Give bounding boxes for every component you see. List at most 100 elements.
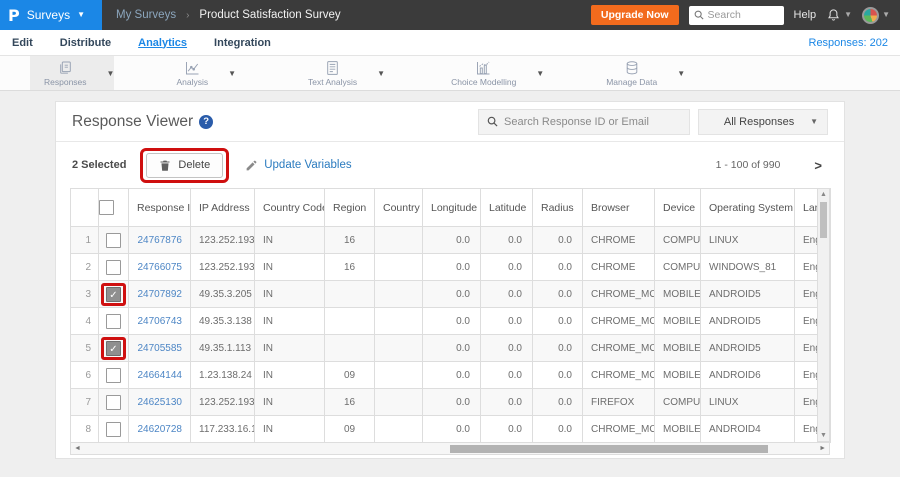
response-id-link[interactable]: 24620728 — [138, 424, 183, 435]
os-cell: ANDROID5 — [700, 307, 795, 335]
ip-address-cell: 49.35.1.113 — [190, 334, 255, 362]
col-longitude[interactable]: Longitude — [422, 188, 481, 227]
table-row: 724625130123.252.193.148IN160.00.00.0FIR… — [70, 388, 831, 416]
country-cell — [374, 307, 423, 335]
row-checkbox[interactable] — [106, 367, 121, 383]
response-search[interactable] — [478, 108, 690, 135]
help-icon[interactable]: ? — [199, 114, 214, 129]
col-latitude[interactable]: Latitude — [480, 188, 533, 227]
response-id-link[interactable]: 24664144 — [138, 370, 183, 381]
toolbar-analysis[interactable]: Analysis ▼ — [162, 56, 236, 90]
row-checkbox[interactable] — [106, 421, 121, 437]
pencil-icon — [246, 160, 257, 170]
global-search[interactable] — [688, 5, 784, 25]
region-cell — [324, 334, 375, 362]
upgrade-now-button[interactable]: Upgrade Now — [590, 5, 679, 25]
account-menu[interactable]: ▼ — [862, 6, 890, 24]
row-number: 3 — [70, 280, 99, 308]
responses-count-badge[interactable]: Responses: 202 — [809, 37, 889, 49]
surveys-menu[interactable]: P Surveys ▼ — [0, 0, 102, 30]
table-row: 824620728117.233.16.177IN090.00.00.0CHRO… — [70, 415, 831, 443]
tab-distribute[interactable]: Distribute — [60, 37, 111, 49]
selected-count: 2 Selected — [72, 159, 127, 171]
breadcrumb: My Surveys › Product Satisfaction Survey — [116, 9, 341, 21]
scroll-up-icon[interactable]: ▲ — [818, 191, 829, 198]
browser-cell: CHROME_MOBILE — [582, 334, 655, 362]
radius-cell: 0.0 — [532, 334, 583, 362]
latitude-cell: 0.0 — [480, 280, 533, 308]
page-title: Response Viewer — [72, 112, 194, 130]
select-all-checkbox[interactable] — [99, 200, 114, 215]
response-id-link[interactable]: 24706743 — [138, 316, 183, 327]
responses-icon — [57, 60, 74, 76]
response-search-input[interactable] — [504, 115, 674, 128]
notifications-menu[interactable]: ▼ — [826, 8, 852, 23]
col-device[interactable]: Device — [654, 188, 701, 227]
scroll-left-icon[interactable]: ◄ — [74, 443, 81, 454]
browser-cell: FIREFOX — [582, 388, 655, 416]
global-search-input[interactable] — [707, 9, 778, 21]
chevron-down-icon: ▼ — [536, 68, 545, 78]
col-country[interactable]: Country — [374, 188, 423, 227]
country-cell — [374, 334, 423, 362]
scroll-right-icon[interactable]: ► — [819, 443, 826, 454]
col-radius[interactable]: Radius — [532, 188, 583, 227]
toolbar-responses[interactable]: Responses ▼ — [30, 56, 115, 90]
help-link[interactable]: Help — [794, 9, 817, 21]
horizontal-scrollbar[interactable]: ◄ ► — [70, 443, 830, 455]
toolbar-choice-modelling[interactable]: Choice Modelling ▼ — [437, 56, 544, 90]
response-id-link[interactable]: 24767876 — [138, 235, 183, 246]
row-checkbox[interactable]: ✓ — [106, 340, 121, 356]
annotation-highlight-checkbox: ✓ — [101, 282, 126, 306]
response-viewer-card: Response Viewer ? All Responses ▼ 2 Sele… — [55, 101, 845, 459]
radius-cell: 0.0 — [532, 307, 583, 335]
ip-address-cell: 1.23.138.24 — [190, 361, 255, 389]
toolbar-text-analysis[interactable]: Text Analysis ▼ — [294, 56, 385, 90]
response-id-link[interactable]: 24766075 — [138, 262, 183, 273]
horizontal-scroll-thumb[interactable] — [450, 444, 769, 453]
os-cell: LINUX — [700, 388, 795, 416]
update-variables-link[interactable]: Update Variables — [245, 159, 352, 172]
col-region[interactable]: Region — [324, 188, 375, 227]
responses-filter-dropdown[interactable]: All Responses ▼ — [698, 108, 828, 135]
tab-analytics[interactable]: Analytics — [138, 37, 187, 49]
vertical-scroll-thumb[interactable] — [820, 202, 827, 238]
ip-address-cell: 117.233.16.177 — [190, 415, 255, 443]
vertical-scrollbar[interactable]: ▲ ▼ — [817, 188, 830, 442]
breadcrumb-my-surveys[interactable]: My Surveys — [116, 9, 176, 21]
table-header-row: Response ID IP Address Country Code Regi… — [70, 188, 831, 227]
choice-modelling-icon — [475, 60, 492, 76]
col-browser[interactable]: Browser — [582, 188, 655, 227]
pagination-range: 1 - 100 of 990 — [715, 159, 781, 171]
country-cell — [374, 253, 423, 281]
scroll-down-icon[interactable]: ▼ — [818, 432, 829, 439]
os-cell: WINDOWS_81 — [700, 253, 795, 281]
col-response-id[interactable]: Response ID — [128, 188, 191, 227]
region-cell: 09 — [324, 361, 375, 389]
ip-address-cell: 123.252.193.148 — [190, 388, 255, 416]
delete-button[interactable]: Delete — [146, 152, 224, 178]
col-country-code[interactable]: Country Code — [254, 188, 325, 227]
longitude-cell: 0.0 — [422, 361, 481, 389]
col-ip-address[interactable]: IP Address — [190, 188, 255, 227]
response-id-link[interactable]: 24625130 — [138, 397, 183, 408]
row-checkbox[interactable] — [106, 313, 121, 329]
col-operating-system[interactable]: Operating System — [700, 188, 795, 227]
row-checkbox[interactable] — [106, 232, 121, 248]
pagination-next-icon[interactable]: > — [814, 158, 822, 173]
tab-edit[interactable]: Edit — [12, 37, 33, 49]
breadcrumb-current-survey: Product Satisfaction Survey — [199, 9, 341, 21]
device-cell: MOBILE — [654, 280, 701, 308]
breadcrumb-separator-icon: › — [186, 9, 190, 21]
row-checkbox[interactable] — [106, 259, 121, 275]
tab-integration[interactable]: Integration — [214, 37, 271, 49]
response-table-zone: Response ID IP Address Country Code Regi… — [70, 188, 831, 455]
response-id-link[interactable]: 24707892 — [138, 289, 183, 300]
chevron-down-icon: ▼ — [677, 68, 686, 78]
response-id-link[interactable]: 24705585 — [138, 343, 183, 354]
toolbar-manage-data[interactable]: Manage Data ▼ — [592, 56, 685, 90]
country-code-cell: IN — [254, 307, 325, 335]
os-cell: ANDROID5 — [700, 280, 795, 308]
row-checkbox[interactable] — [106, 394, 121, 410]
row-checkbox[interactable]: ✓ — [106, 286, 121, 302]
